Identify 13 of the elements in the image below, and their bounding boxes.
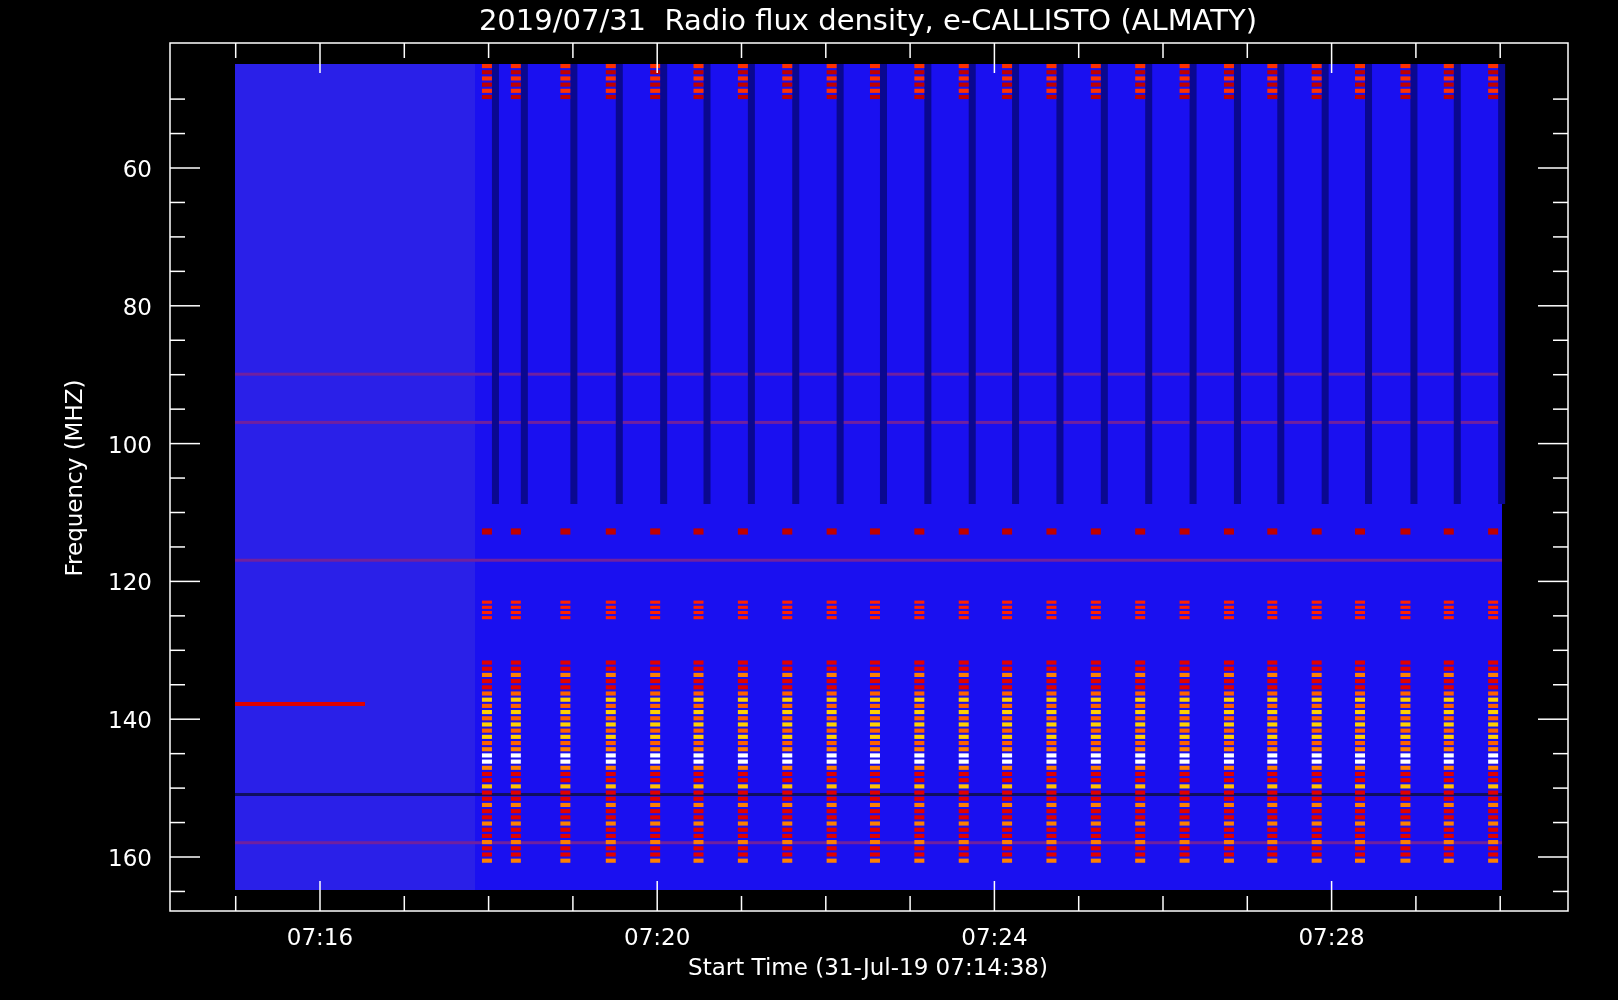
y-tick-label: 60 [122,156,152,182]
x-tick-label: 07:28 [1298,924,1365,950]
x-tick-label: 07:20 [624,924,691,950]
y-tick-label: 80 [122,293,152,320]
x-axis-title: Start Time (31-Jul-19 07:14:38) [688,954,1048,980]
y-tick-label: 100 [108,431,152,458]
x-tick-label: 07:24 [961,924,1028,950]
chart-title: 2019/07/31 Radio flux density, e-CALLISTO (ALMATY) [478,3,1258,37]
y-tick-label: 120 [108,569,152,596]
y-tick-label: 140 [108,707,152,734]
y-tick-label: 160 [108,845,152,871]
y-axis-title: Frequency (MHZ) [61,379,87,577]
x-tick-label: 07:16 [286,924,354,950]
